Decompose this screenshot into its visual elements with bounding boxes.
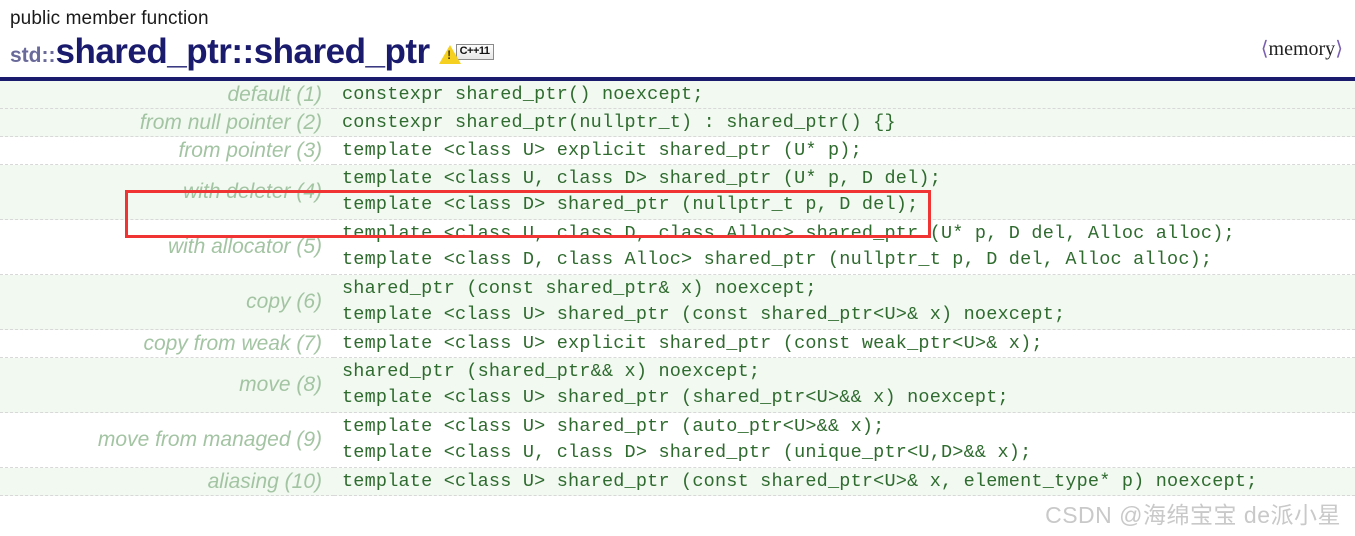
signature-line: shared_ptr (const shared_ptr& x) noexcep… [342,278,817,299]
table-row: from pointer (3) template <class U> expli… [0,136,1355,165]
table-row: move (8) shared_ptr (shared_ptr&& x) noex… [0,357,1355,413]
table-row: from null pointer (2) constexpr shared_pt… [0,108,1355,137]
signature-line: template <class D, class Alloc> shared_p… [342,249,1213,270]
signature-line: template <class U, class D, class Alloc>… [342,223,1235,244]
table-row: copy (6) shared_ptr (const shared_ptr& x)… [0,274,1355,330]
warning-triangle-icon [438,45,461,64]
table-row: aliasing (10) template <class U> shared_p… [0,467,1355,496]
angle-bracket-open-icon: ⟨ [1260,38,1269,60]
title-text: shared_ptr::shared_ptr [55,32,431,71]
overload-label: from pointer (3) [0,136,334,165]
prototype-table-body: default (1) constexpr shared_ptr() noexce… [0,81,1355,496]
include-header-label: ⟨memory⟩ [1261,36,1343,61]
signature-cell: constexpr shared_ptr(nullptr_t) : shared… [334,108,1355,137]
signature-cell: template <class U, class D> shared_ptr (… [334,164,1355,220]
angle-bracket-close-icon: ⟩ [1335,38,1343,60]
table-row: with allocator (5) template <class U, cla… [0,219,1355,275]
table-row: default (1) constexpr shared_ptr() noexce… [0,81,1355,109]
signature-line: template <class U> shared_ptr (const sha… [342,470,1258,492]
standard-badge-group: C++11 [438,44,494,65]
signature-line: constexpr shared_ptr(nullptr_t) : shared… [342,111,896,133]
cxx11-badge: C++11 [455,44,494,60]
signature-cell: template <class U> explicit shared_ptr (… [334,136,1355,165]
include-header-name: memory [1268,38,1336,60]
overload-label: copy (6) [0,274,334,330]
signature-cell: template <class U> explicit shared_ptr (… [334,329,1355,358]
overload-label: default (1) [0,81,334,109]
signature-cell: constexpr shared_ptr() noexcept; [334,81,1355,109]
overload-label: from null pointer (2) [0,108,334,137]
namespace-prefix: std:: [10,44,56,67]
table-row: move from managed (9) template <class U> … [0,412,1355,468]
table-row: with deleter (4) template <class U, class… [0,164,1355,220]
signature-line: template <class U> shared_ptr (shared_pt… [342,387,1009,408]
signature-line: template <class U, class D> shared_ptr (… [342,442,1032,463]
overload-label: aliasing (10) [0,467,334,496]
signature-line: template <class U> explicit shared_ptr (… [342,139,862,161]
overload-label: with deleter (4) [0,164,334,220]
signature-line: shared_ptr (shared_ptr&& x) noexcept; [342,361,761,382]
signature-line: template <class U> explicit shared_ptr (… [342,332,1043,354]
signature-cell: template <class U, class D, class Alloc>… [334,219,1355,275]
signature-line: template <class U> shared_ptr (auto_ptr<… [342,416,885,437]
prototype-table: default (1) constexpr shared_ptr() noexce… [0,81,1355,496]
page-title: std:: shared_ptr::shared_ptr C++11 [10,34,1355,69]
signature-line: template <class U> shared_ptr (const sha… [342,304,1066,325]
function-kind-label: public member function [10,8,209,29]
signature-cell: template <class U> shared_ptr (auto_ptr<… [334,412,1355,468]
overload-label: with allocator (5) [0,219,334,275]
signature-line: constexpr shared_ptr() noexcept; [342,83,704,105]
signature-cell: shared_ptr (const shared_ptr& x) noexcep… [334,274,1355,330]
watermark: CSDN @海绵宝宝 de派小星 [1045,502,1341,528]
signature-line: template <class D> shared_ptr (nullptr_t… [342,194,919,215]
overload-label: copy from weak (7) [0,329,334,358]
table-row: copy from weak (7) template <class U> exp… [0,329,1355,358]
signature-cell: template <class U> shared_ptr (const sha… [334,467,1355,496]
overload-label: move (8) [0,357,334,413]
page-header: public member function std:: shared_ptr:… [0,0,1355,77]
signature-cell: shared_ptr (shared_ptr&& x) noexcept; tem… [334,357,1355,413]
overload-label: move from managed (9) [0,412,334,468]
signature-line: template <class U, class D> shared_ptr (… [342,168,941,189]
